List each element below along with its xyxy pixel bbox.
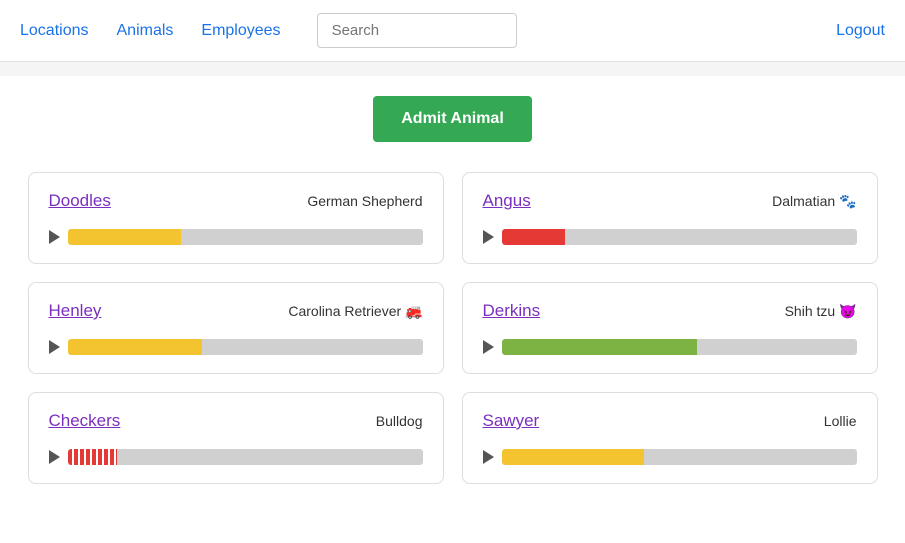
subheader [0,62,905,76]
progress-row-angus [483,229,857,245]
progress-fill-sawyer [502,449,644,465]
progress-row-derkins [483,339,857,355]
admit-animal-button[interactable]: Admit Animal [373,96,532,142]
progress-row-sawyer [483,449,857,465]
play-icon-angus[interactable] [483,230,494,244]
animal-grid: Doodles German Shepherd Angus Dalmatian 🐾 He… [28,172,878,484]
main-content: Admit Animal Doodles German Shepherd Angus… [18,76,888,504]
play-icon-derkins[interactable] [483,340,494,354]
play-icon-doodles[interactable] [49,230,60,244]
animal-name-sawyer[interactable]: Sawyer [483,411,540,431]
play-icon-checkers[interactable] [49,450,60,464]
play-icon-sawyer[interactable] [483,450,494,464]
animal-card-sawyer: Sawyer Lollie [462,392,878,484]
progress-fill-derkins [502,339,697,355]
animal-breed-henley: Carolina Retriever 🚒 [288,303,422,320]
animal-breed-angus: Dalmatian 🐾 [772,193,856,210]
animal-card-doodles: Doodles German Shepherd [28,172,444,264]
progress-row-doodles [49,229,423,245]
play-icon-henley[interactable] [49,340,60,354]
animal-name-doodles[interactable]: Doodles [49,191,111,211]
navigation: Locations Animals Employees Logout [0,0,905,62]
animal-name-henley[interactable]: Henley [49,301,102,321]
animal-breed-sawyer: Lollie [824,413,857,429]
animal-card-checkers: Checkers Bulldog [28,392,444,484]
animal-name-angus[interactable]: Angus [483,191,531,211]
progress-track-derkins [502,339,857,355]
progress-fill-doodles [68,229,182,245]
animal-name-derkins[interactable]: Derkins [483,301,541,321]
progress-track-checkers [68,449,423,465]
progress-track-doodles [68,229,423,245]
animal-card-derkins: Derkins Shih tzu 😈 [462,282,878,374]
nav-link-employees[interactable]: Employees [201,22,280,39]
animal-name-checkers[interactable]: Checkers [49,411,121,431]
animal-breed-derkins: Shih tzu 😈 [785,303,857,320]
progress-fill-angus [502,229,566,245]
progress-row-henley [49,339,423,355]
progress-track-henley [68,339,423,355]
search-input[interactable] [317,13,517,48]
nav-link-animals[interactable]: Animals [117,22,174,39]
progress-track-angus [502,229,857,245]
nav-link-locations[interactable]: Locations [20,22,89,39]
progress-fill-checkers [68,449,118,465]
animal-breed-doodles: German Shepherd [307,193,422,209]
animal-card-angus: Angus Dalmatian 🐾 [462,172,878,264]
progress-row-checkers [49,449,423,465]
logout-button[interactable]: Logout [836,22,885,40]
animal-breed-checkers: Bulldog [376,413,423,429]
progress-fill-henley [68,339,203,355]
animal-card-henley: Henley Carolina Retriever 🚒 [28,282,444,374]
progress-track-sawyer [502,449,857,465]
